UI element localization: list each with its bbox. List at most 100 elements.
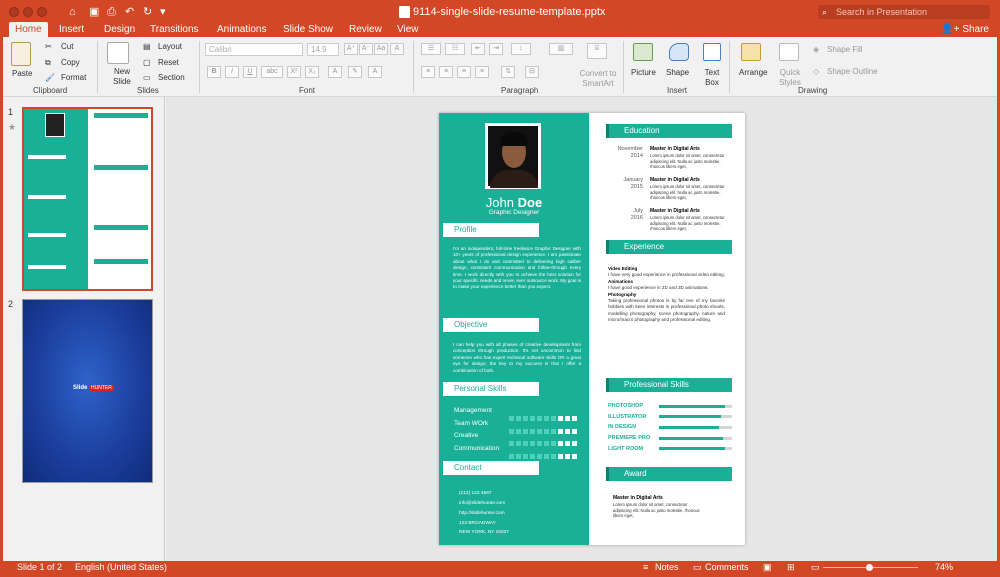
reset-icon[interactable]: ▢ xyxy=(143,58,151,68)
slide-editing-area[interactable]: John Doe Graphic Designer Profile I'm an… xyxy=(166,97,997,561)
personal-skills-heading[interactable]: Personal Skills xyxy=(443,382,539,396)
convert-smartart-button[interactable]: Convert to SmartArt xyxy=(577,69,619,89)
zoom-slider-handle[interactable] xyxy=(866,564,873,571)
resume-slide[interactable]: John Doe Graphic Designer Profile I'm an… xyxy=(439,113,745,545)
quick-styles-button[interactable]: Quick Styles xyxy=(777,68,803,88)
professional-skill-name[interactable]: PHOTOSHOP xyxy=(608,403,643,409)
change-case-icon[interactable]: Aa xyxy=(374,43,388,55)
line-spacing-icon[interactable]: ↕ xyxy=(511,43,531,55)
education-heading[interactable]: Education xyxy=(606,124,732,138)
professional-skill-name[interactable]: LIGHT ROOM xyxy=(608,446,643,452)
contact-heading[interactable]: Contact xyxy=(443,461,539,475)
superscript-icon[interactable]: X² xyxy=(287,66,301,78)
layout-icon[interactable]: ▤ xyxy=(143,42,151,52)
comments-icon[interactable]: ▭ xyxy=(693,561,702,574)
align-center-icon[interactable]: ≡ xyxy=(439,66,453,78)
shape-outline-icon[interactable]: ◇ xyxy=(813,67,819,77)
text-box-icon[interactable] xyxy=(703,43,721,61)
increase-font-icon[interactable]: A⁺ xyxy=(344,43,358,55)
picture-icon[interactable] xyxy=(633,43,653,61)
font-size-field[interactable]: 14.9 xyxy=(307,43,339,56)
shape-fill-button[interactable]: Shape Fill xyxy=(827,45,863,55)
align-left-icon[interactable]: ≡ xyxy=(421,66,435,78)
language-status[interactable]: English (United States) xyxy=(75,561,167,574)
redo-icon[interactable]: ↻ xyxy=(143,5,152,19)
picture-button[interactable]: Picture xyxy=(631,68,656,78)
contact-email[interactable]: info@slidehunter.com xyxy=(459,501,505,506)
close-window-button[interactable] xyxy=(9,7,19,17)
reset-button[interactable]: Reset xyxy=(158,58,179,68)
education-title[interactable]: Master in Digital Arts xyxy=(650,208,700,214)
section-button[interactable]: Section xyxy=(158,73,185,83)
personal-skill-name[interactable]: Creative xyxy=(454,432,478,439)
slide-sorter-icon[interactable]: ⊞ xyxy=(787,561,795,574)
education-year[interactable]: 2014 xyxy=(607,153,643,160)
undo-icon[interactable]: ↶ xyxy=(125,5,134,19)
share-button[interactable]: 👤+ Share xyxy=(941,22,989,37)
comments-button[interactable]: Comments xyxy=(705,561,749,574)
paste-icon[interactable] xyxy=(11,42,31,66)
strikethrough-icon[interactable]: abc xyxy=(261,66,283,78)
italic-icon[interactable]: I xyxy=(225,66,239,78)
home-icon[interactable]: ⌂ xyxy=(69,5,76,19)
experience-heading[interactable]: Experience xyxy=(606,240,732,254)
professional-skill-name[interactable]: PREMIERE PRO xyxy=(608,435,650,441)
education-month[interactable]: January xyxy=(607,177,643,184)
customize-toolbar-icon[interactable]: ▾ xyxy=(160,5,166,19)
layout-button[interactable]: Layout xyxy=(158,42,182,52)
shape-icon[interactable] xyxy=(669,43,689,61)
professional-skill-name[interactable]: IN DESIGN xyxy=(608,424,636,430)
text-box-button[interactable]: Text Box xyxy=(703,68,721,88)
increase-indent-icon[interactable]: ⇥ xyxy=(489,43,503,55)
format-painter-icon[interactable]: 🖌 xyxy=(45,73,55,83)
cut-icon[interactable]: ✂ xyxy=(45,42,52,52)
underline-icon[interactable]: U xyxy=(243,66,257,78)
profile-photo[interactable] xyxy=(485,123,541,189)
text-effects-icon[interactable]: A xyxy=(328,66,342,78)
normal-view-icon[interactable]: ▣ xyxy=(763,561,772,574)
contact-city[interactable]: NEW YORK, NY 10027 xyxy=(459,530,509,535)
objective-heading[interactable]: Objective xyxy=(443,318,539,332)
tab-slide-show[interactable]: Slide Show xyxy=(277,22,339,37)
shape-fill-icon[interactable]: ◈ xyxy=(813,45,819,55)
slide-thumbnail-2[interactable]: Slide HUNTER xyxy=(22,299,153,483)
arrange-icon[interactable] xyxy=(741,43,761,61)
copy-button[interactable]: Copy xyxy=(61,58,80,68)
education-desc[interactable]: Lorem ipsum dolor sit amet, consectetur … xyxy=(650,184,736,201)
smartart-icon[interactable]: ⌸ xyxy=(587,43,607,59)
search-input[interactable]: ⌕ Search in Presentation xyxy=(818,5,990,19)
slide-thumbnail-1[interactable] xyxy=(22,107,153,291)
contact-phone[interactable]: (212) 123 4567 xyxy=(459,491,492,496)
align-right-icon[interactable]: ≡ xyxy=(457,66,471,78)
tab-transitions[interactable]: Transitions xyxy=(144,22,205,37)
format-painter-button[interactable]: Format xyxy=(61,73,86,83)
education-desc[interactable]: Lorem ipsum dolor sit amet, consectetur … xyxy=(650,153,736,170)
tab-review[interactable]: Review xyxy=(343,22,388,37)
bold-icon[interactable]: B xyxy=(207,66,221,78)
font-name-field[interactable]: Calibri xyxy=(205,43,303,56)
resume-name[interactable]: John Doe xyxy=(439,195,589,210)
contact-website[interactable]: http://slidehunter.com xyxy=(459,511,505,516)
zoom-level[interactable]: 74% xyxy=(935,561,953,574)
decrease-indent-icon[interactable]: ⇤ xyxy=(471,43,485,55)
notes-button[interactable]: Notes xyxy=(655,561,679,574)
align-text-icon[interactable]: ⊟ xyxy=(525,66,539,78)
slideshow-icon[interactable]: ▭ xyxy=(811,561,820,574)
quick-styles-icon[interactable] xyxy=(779,43,799,61)
award-title[interactable]: Master in Digital Arts xyxy=(613,495,663,501)
education-month[interactable]: November xyxy=(607,146,643,153)
subscript-icon[interactable]: X₂ xyxy=(305,66,319,78)
tab-animations[interactable]: Animations xyxy=(211,22,272,37)
new-slide-icon[interactable] xyxy=(107,42,129,64)
paste-button[interactable]: Paste xyxy=(12,69,32,79)
education-year[interactable]: 2016 xyxy=(607,215,643,222)
copy-icon[interactable]: ⧉ xyxy=(45,58,51,68)
education-title[interactable]: Master in Digital Arts xyxy=(650,146,700,152)
personal-skill-name[interactable]: Communication xyxy=(454,445,499,452)
highlight-icon[interactable]: ✎ xyxy=(348,66,362,78)
tab-home[interactable]: Home xyxy=(9,22,48,37)
section-icon[interactable]: ▭ xyxy=(143,73,151,83)
new-slide-button[interactable]: New Slide xyxy=(110,67,134,87)
cut-button[interactable]: Cut xyxy=(61,42,73,52)
tab-insert[interactable]: Insert xyxy=(53,22,90,37)
